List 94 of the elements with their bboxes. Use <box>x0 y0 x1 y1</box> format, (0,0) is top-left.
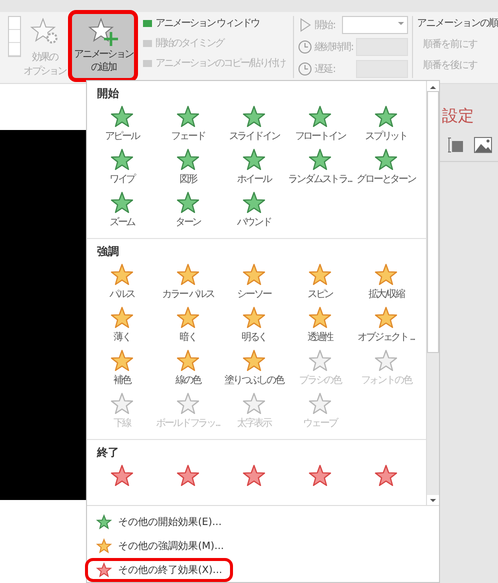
star-icon <box>308 392 332 416</box>
effect-item[interactable]: グローとターン <box>353 148 419 189</box>
effect-item[interactable]: 暗く <box>155 306 221 347</box>
star-icon <box>242 306 266 330</box>
menu-item[interactable]: その他の開始効果(E)... <box>85 510 233 534</box>
effect-item[interactable]: スプリット <box>353 105 419 146</box>
star-icon <box>176 392 200 416</box>
star-icon <box>308 349 332 373</box>
section-heading: 強調 <box>96 244 120 260</box>
timing-label: 開始: <box>314 19 336 32</box>
effect-item[interactable]: ズーム <box>89 191 155 232</box>
star-icon <box>110 148 134 172</box>
clock-icon <box>298 40 312 54</box>
effect-item[interactable]: ホイール <box>221 148 287 189</box>
menu-item[interactable]: その他の終了効果(X)... <box>85 558 234 582</box>
play-icon <box>298 18 312 32</box>
star-icon <box>374 105 398 129</box>
star-icon <box>374 464 398 488</box>
star-icon <box>176 464 200 488</box>
effect-item[interactable]: オブジェクト ... <box>353 306 419 347</box>
effect-item[interactable]: 図形 <box>155 148 221 189</box>
effect-item[interactable]: ターン <box>155 191 221 232</box>
image-icon[interactable] <box>474 137 492 153</box>
star-icon <box>242 263 266 287</box>
command-icon <box>142 18 154 28</box>
star-plus-icon <box>87 18 120 48</box>
size-icon[interactable] <box>448 137 464 153</box>
star-icon <box>110 392 134 416</box>
star-icon <box>96 538 112 554</box>
star-gear-icon <box>30 18 60 46</box>
effect-item[interactable]: アピール <box>89 105 155 146</box>
reorder-group-title: アニメーションの順 <box>416 17 498 30</box>
star-icon <box>308 148 332 172</box>
star-icon <box>374 263 398 287</box>
star-icon <box>374 349 398 373</box>
star-icon <box>110 306 134 330</box>
star-icon <box>176 105 200 129</box>
scroll-down-button[interactable] <box>427 495 439 505</box>
effect-item[interactable]: ワイプ <box>89 148 155 189</box>
section-heading: 開始 <box>96 86 120 102</box>
section-heading: 終了 <box>96 445 120 461</box>
star-icon <box>308 306 332 330</box>
effect-item[interactable]: 拡大/収縮 <box>353 263 419 304</box>
star-icon <box>110 349 134 373</box>
star-icon <box>176 191 200 215</box>
star-icon <box>374 148 398 172</box>
star-icon <box>176 148 200 172</box>
effect-item[interactable]: 塗りつぶしの色 <box>221 349 287 390</box>
star-icon <box>96 562 112 578</box>
star-icon <box>242 349 266 373</box>
star-icon <box>308 263 332 287</box>
effect-item[interactable]: フロートイン <box>287 105 353 146</box>
effect-item[interactable]: カラー パルス <box>155 263 221 304</box>
effect-item[interactable]: 明るく <box>221 306 287 347</box>
star-icon <box>110 191 134 215</box>
star-icon <box>176 263 200 287</box>
star-icon <box>110 105 134 129</box>
star-icon <box>242 148 266 172</box>
effect-item[interactable]: ランダムストラ... <box>287 148 353 189</box>
effect-item[interactable]: スライドイン <box>221 105 287 146</box>
effect-item[interactable]: 補色 <box>89 349 155 390</box>
effect-item[interactable]: 薄く <box>89 306 155 347</box>
timing-label: 遅延: <box>314 63 336 76</box>
scrollbar[interactable] <box>426 81 439 505</box>
command-icon <box>142 38 154 48</box>
ribbon-command[interactable]: アニメーション ウィンドウ <box>142 16 285 30</box>
effect-item[interactable]: バウンド <box>221 191 287 232</box>
effect-item[interactable]: シーソー <box>221 263 287 304</box>
star-icon <box>176 306 200 330</box>
star-icon <box>308 105 332 129</box>
start-dropdown[interactable] <box>342 16 408 34</box>
star-icon <box>110 464 134 488</box>
star-icon <box>96 514 112 530</box>
star-icon <box>242 392 266 416</box>
star-icon <box>242 191 266 215</box>
star-icon <box>242 105 266 129</box>
menu-item[interactable]: その他の強調効果(M)... <box>85 534 235 558</box>
effect-item[interactable]: スピン <box>287 263 353 304</box>
add-animation-button[interactable]: アニメーション の追加 <box>68 10 138 82</box>
pane-title: 設定 <box>441 105 475 127</box>
effect-item[interactable]: フェード <box>155 105 221 146</box>
star-icon <box>308 464 332 488</box>
star-icon <box>110 263 134 287</box>
star-icon <box>242 464 266 488</box>
timing-label: 継続時間: <box>314 40 354 54</box>
clock-icon <box>298 62 312 76</box>
scroll-up-button[interactable] <box>427 81 439 91</box>
star-icon <box>176 349 200 373</box>
command-icon <box>142 58 154 68</box>
effect-item[interactable]: 線の色 <box>155 349 221 390</box>
effect-item[interactable]: パルス <box>89 263 155 304</box>
star-icon <box>374 306 398 330</box>
effect-item[interactable]: 透過性 <box>287 306 353 347</box>
scrollbar-thumb[interactable] <box>427 91 439 353</box>
